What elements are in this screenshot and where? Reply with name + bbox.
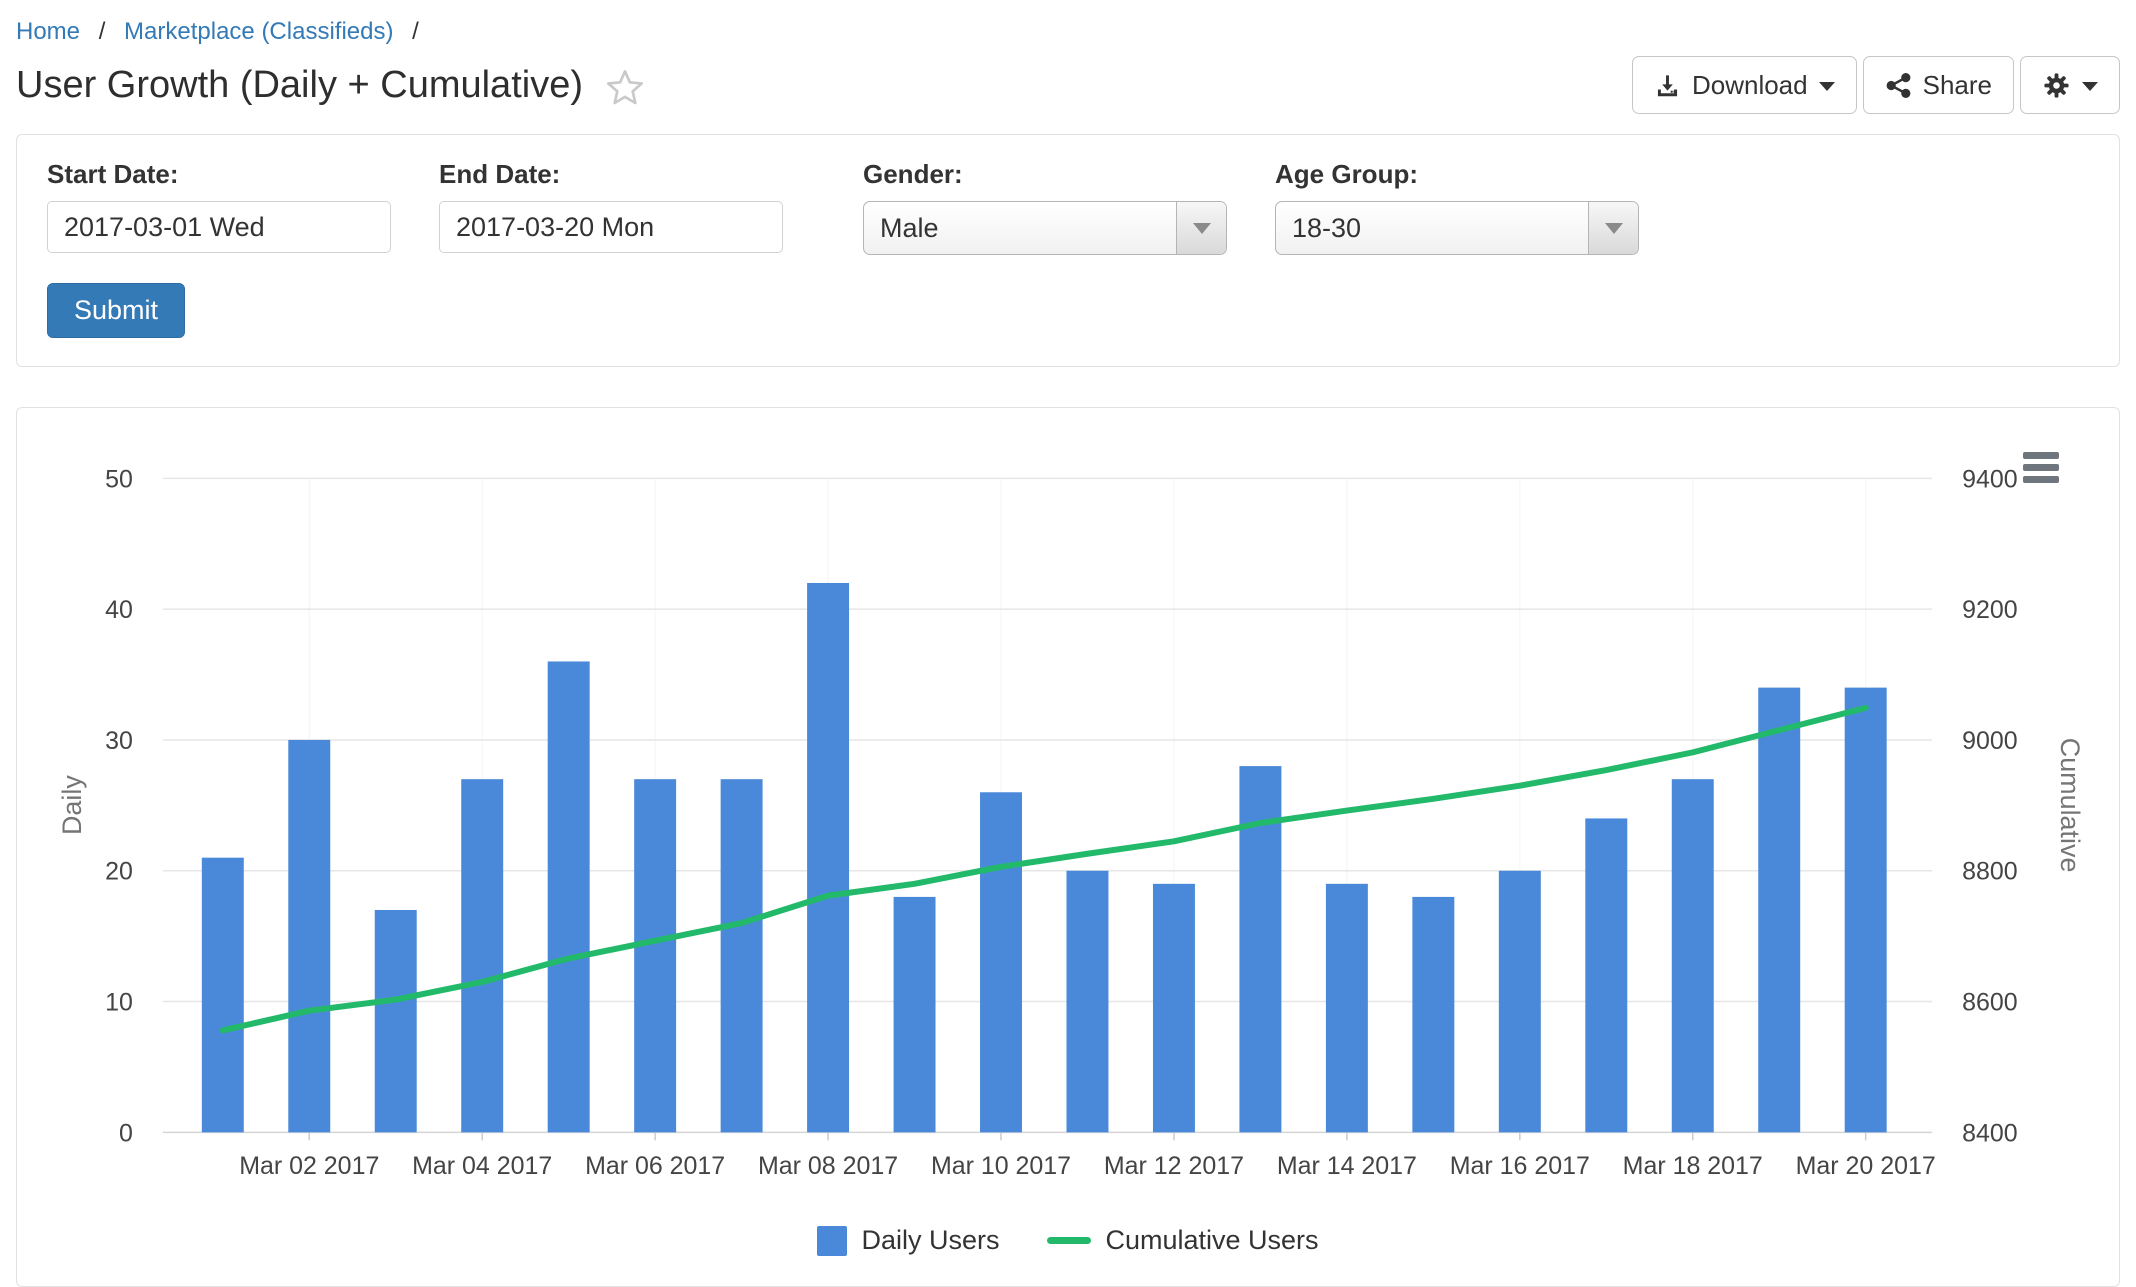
svg-text:10: 10 [105,989,133,1017]
age-group-select[interactable]: 18-30 [1275,201,1639,255]
caret-down-icon [2082,82,2098,91]
bar-mar-02-2017[interactable] [288,740,330,1132]
svg-text:9000: 9000 [1962,727,2018,755]
download-icon [1654,72,1681,99]
bar-mar-12-2017[interactable] [1153,884,1195,1133]
bar-mar-04-2017[interactable] [461,779,503,1132]
gender-label: Gender: [863,159,1227,190]
bar-mar-10-2017[interactable] [980,792,1022,1132]
page-title: User Growth (Daily + Cumulative) [16,64,583,107]
svg-text:8400: 8400 [1962,1119,2018,1147]
svg-text:20: 20 [105,858,133,886]
svg-text:Mar 02 2017: Mar 02 2017 [239,1152,379,1180]
start-date-field: Start Date: [47,159,391,255]
cumulative-users-swatch [1047,1237,1091,1244]
svg-text:9200: 9200 [1962,596,2018,624]
svg-text:Mar 06 2017: Mar 06 2017 [585,1152,725,1180]
download-button-label: Download [1692,70,1808,101]
bar-mar-20-2017[interactable] [1845,688,1887,1133]
filter-panel: Start Date: End Date: Gender: Male Age G… [16,134,2120,367]
settings-button[interactable] [2020,56,2120,114]
left-axis-title: Daily [57,775,87,835]
top-bar: Home / Marketplace (Classifieds) / User … [0,0,2136,114]
svg-text:Mar 16 2017: Mar 16 2017 [1450,1152,1590,1180]
legend-item-cumulative-users[interactable]: Cumulative Users [1047,1225,1318,1256]
end-date-label: End Date: [439,159,783,190]
share-alt-icon [1885,72,1912,99]
svg-text:30: 30 [105,727,133,755]
age-group-label: Age Group: [1275,159,1639,190]
bar-mar-07-2017[interactable] [721,779,763,1132]
breadcrumb-separator: / [412,18,419,45]
svg-text:Mar 20 2017: Mar 20 2017 [1796,1152,1936,1180]
gender-select[interactable]: Male [863,201,1227,255]
caret-down-icon [1176,202,1226,254]
x-tick-labels: Mar 02 2017 Mar 04 2017 Mar 06 2017 Mar 08 … [239,1152,1936,1180]
chart-svg: Mar 02 2017 Mar 04 2017 Mar 06 2017 Mar 08 … [17,408,2119,1286]
submit-button[interactable]: Submit [47,283,185,338]
bar-mar-11-2017[interactable] [1067,871,1109,1133]
svg-text:9400: 9400 [1962,465,2018,493]
svg-text:Mar 08 2017: Mar 08 2017 [758,1152,898,1180]
bar-mar-18-2017[interactable] [1672,779,1714,1132]
left-axis-labels: 0 10 20 30 40 50 [105,465,133,1147]
breadcrumb-link-marketplace[interactable]: Marketplace (Classifieds) [124,18,393,45]
legend-item-daily-users[interactable]: Daily Users [817,1225,999,1256]
bar-mar-01-2017[interactable] [202,858,244,1133]
gear-icon [2042,71,2071,100]
bar-mar-06-2017[interactable] [634,779,676,1132]
bar-mar-03-2017[interactable] [375,910,417,1132]
share-button-label: Share [1923,70,1992,101]
daily-users-swatch [817,1226,847,1256]
breadcrumb-link-home[interactable]: Home [16,18,80,45]
gender-select-value: Male [864,213,939,244]
caret-down-icon [1819,82,1835,91]
header-buttons: Download Share [1632,56,2120,114]
bar-mar-14-2017[interactable] [1326,884,1368,1133]
star-outline-icon[interactable] [605,67,645,107]
svg-text:40: 40 [105,596,133,624]
svg-text:Mar 12 2017: Mar 12 2017 [1104,1152,1244,1180]
bar-mar-19-2017[interactable] [1758,688,1800,1133]
y-gridlines [163,478,1932,1132]
share-button[interactable]: Share [1863,56,2014,114]
bar-mar-08-2017[interactable] [807,583,849,1132]
legend-label: Daily Users [861,1225,999,1256]
svg-text:8800: 8800 [1962,858,2018,886]
breadcrumb-separator: / [99,18,106,45]
chart-panel: Mar 02 2017 Mar 04 2017 Mar 06 2017 Mar 08 … [16,407,2120,1287]
right-axis-title: Cumulative [2055,738,2085,873]
caret-down-icon [1588,202,1638,254]
svg-text:8600: 8600 [1962,989,2018,1017]
download-button[interactable]: Download [1632,56,1857,114]
bar-mar-05-2017[interactable] [548,661,590,1132]
hamburger-menu-icon[interactable] [2023,452,2059,488]
svg-text:50: 50 [105,465,133,493]
end-date-field: End Date: [439,159,783,255]
svg-text:Mar 04 2017: Mar 04 2017 [412,1152,552,1180]
start-date-input[interactable] [47,201,391,253]
svg-text:Mar 10 2017: Mar 10 2017 [931,1152,1071,1180]
bar-mar-16-2017[interactable] [1499,871,1541,1133]
age-group-select-value: 18-30 [1276,213,1361,244]
chart-legend: Daily Users Cumulative Users [17,1225,2119,1256]
svg-text:Mar 18 2017: Mar 18 2017 [1623,1152,1763,1180]
svg-text:0: 0 [119,1119,133,1147]
bar-mar-17-2017[interactable] [1585,818,1627,1132]
bar-mar-09-2017[interactable] [894,897,936,1132]
end-date-input[interactable] [439,201,783,253]
start-date-label: Start Date: [47,159,391,190]
legend-label: Cumulative Users [1105,1225,1318,1256]
right-axis-labels: 8400 8600 8800 9000 9200 9400 [1962,465,2018,1147]
age-group-field: Age Group: 18-30 [1275,159,1639,255]
svg-text:Mar 14 2017: Mar 14 2017 [1277,1152,1417,1180]
bar-mar-15-2017[interactable] [1412,897,1454,1132]
breadcrumb: Home / Marketplace (Classifieds) / [16,18,2120,46]
gender-field: Gender: Male [863,159,1227,255]
